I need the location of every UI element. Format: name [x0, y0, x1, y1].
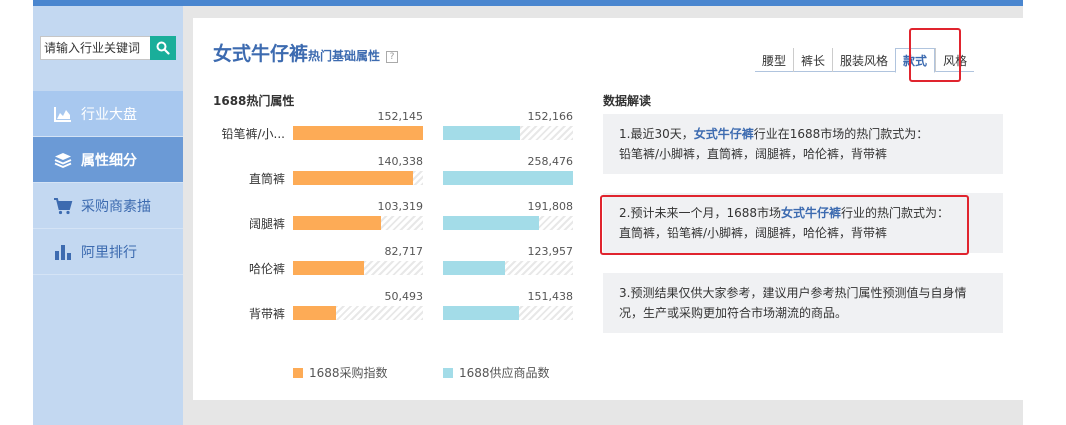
tab-length[interactable]: 裤长 — [793, 48, 832, 72]
bar-track — [443, 216, 573, 230]
cart-icon — [53, 196, 73, 216]
bar-track — [443, 126, 573, 140]
bar-track — [443, 171, 573, 185]
bar-chart-icon — [53, 242, 73, 262]
bar-value-label: 152,166 — [527, 110, 574, 123]
item1-suffix: 行业在1688市场的热门款式为： — [753, 127, 929, 141]
legend-label: 1688供应商品数 — [459, 366, 550, 380]
item1-line2: 铅笔裤/小脚裤，直筒裤，阔腿裤，哈伦裤，背带裤 — [619, 147, 888, 161]
bar[interactable] — [443, 306, 519, 320]
bar[interactable] — [443, 216, 539, 230]
category-label: 阔腿裤 — [248, 217, 285, 231]
page-title: 女式牛仔裤热门基础属性? — [213, 39, 399, 66]
item3-line1: 3.预测结果仅供大家参考，建议用户参考热门属性预测值与自身情 — [619, 286, 967, 300]
legend-item[interactable]: 1688供应商品数 — [443, 364, 550, 381]
search-bar — [40, 36, 176, 60]
attribute-bar-chart: 铅笔裤/小... 152,145 152,166 直筒裤 140,338 258,476 阔… — [213, 110, 583, 380]
bar-value-label: 151,438 — [527, 290, 574, 303]
chart-section-title: 1688热门属性 — [213, 94, 295, 108]
attribute-panel: 女式牛仔裤热门基础属性? 腰型 裤长 服装风格 款式 风格 1688热门属性 数… — [193, 18, 1023, 400]
bar-track — [293, 261, 423, 275]
bar[interactable] — [293, 171, 413, 185]
bar-value-label: 50,493 — [384, 290, 424, 303]
bar[interactable] — [443, 171, 573, 185]
item3-line2: 况，生产或采购更加符合市场潮流的商品。 — [619, 306, 848, 320]
bar-value-label: 140,338 — [377, 155, 424, 168]
bar-value-label: 258,476 — [527, 155, 574, 168]
legend-swatch — [443, 367, 453, 378]
layers-icon — [53, 150, 73, 170]
sidebar-item-label: 行业大盘 — [81, 106, 137, 123]
page-title-main: 女式牛仔裤 — [213, 43, 309, 65]
bar-track — [293, 126, 423, 140]
sidebar: 行业大盘 属性细分 采购商素描 阿里排行 — [33, 6, 183, 425]
legend-item[interactable]: 1688采购指数 — [293, 364, 388, 381]
bar-track — [293, 171, 423, 185]
bar-track — [443, 261, 573, 275]
search-icon — [156, 41, 170, 55]
sidebar-item-industry-overview[interactable]: 行业大盘 — [33, 91, 183, 137]
tab-clothing-style[interactable]: 服装风格 — [832, 48, 895, 72]
sidebar-item-label: 阿里排行 — [81, 244, 137, 261]
bar[interactable] — [443, 261, 505, 275]
legend-swatch — [293, 367, 303, 378]
bar-value-label: 123,957 — [527, 245, 574, 258]
sidebar-item-buyer-profile[interactable]: 采购商素描 — [33, 183, 183, 229]
interpretation-title: 数据解读 — [603, 94, 652, 108]
bar[interactable] — [293, 216, 381, 230]
bar-track — [293, 306, 423, 320]
sidebar-item-label: 采购商素描 — [81, 198, 151, 215]
area-chart-icon — [53, 104, 73, 124]
category-label: 铅笔裤/小... — [221, 127, 286, 141]
interpretation-item-3: 3.预测结果仅供大家参考，建议用户参考热门属性预测值与自身情 况，生产或采购更加… — [603, 273, 1003, 333]
tab-waist-type[interactable]: 腰型 — [755, 48, 793, 72]
help-icon[interactable]: ? — [386, 50, 399, 63]
bar[interactable] — [293, 126, 423, 140]
bar-track — [443, 306, 573, 320]
search-button[interactable] — [150, 36, 176, 60]
interpretation-item-1: 1.最近30天，女式牛仔裤行业在1688市场的热门款式为： 铅笔裤/小脚裤，直筒… — [603, 114, 1003, 174]
bar-value-label: 191,808 — [527, 200, 574, 213]
sidebar-item-attribute-breakdown[interactable]: 属性细分 — [33, 137, 183, 183]
bar[interactable] — [293, 306, 336, 320]
item1-prefix: 1.最近30天， — [619, 127, 694, 141]
bar-value-label: 103,319 — [377, 200, 424, 213]
category-label: 直筒裤 — [248, 172, 285, 186]
category-label: 背带裤 — [248, 307, 285, 321]
bar[interactable] — [293, 261, 364, 275]
item2-highlight-box — [600, 195, 969, 255]
category-label: 哈伦裤 — [248, 262, 285, 276]
page-title-sub: 热门基础属性 — [308, 49, 381, 63]
bar-value-label: 82,717 — [384, 245, 424, 258]
sidebar-item-ali-ranking[interactable]: 阿里排行 — [33, 229, 183, 275]
sidebar-nav: 行业大盘 属性细分 采购商素描 阿里排行 — [33, 91, 183, 275]
bar-track — [293, 216, 423, 230]
legend-label: 1688采购指数 — [309, 366, 388, 380]
bar-value-label: 152,145 — [377, 110, 424, 123]
search-input[interactable] — [40, 36, 150, 60]
bar[interactable] — [443, 126, 520, 140]
tab-highlight-box — [909, 28, 961, 82]
sidebar-item-label: 属性细分 — [81, 152, 137, 169]
item1-highlight: 女式牛仔裤 — [693, 127, 754, 141]
